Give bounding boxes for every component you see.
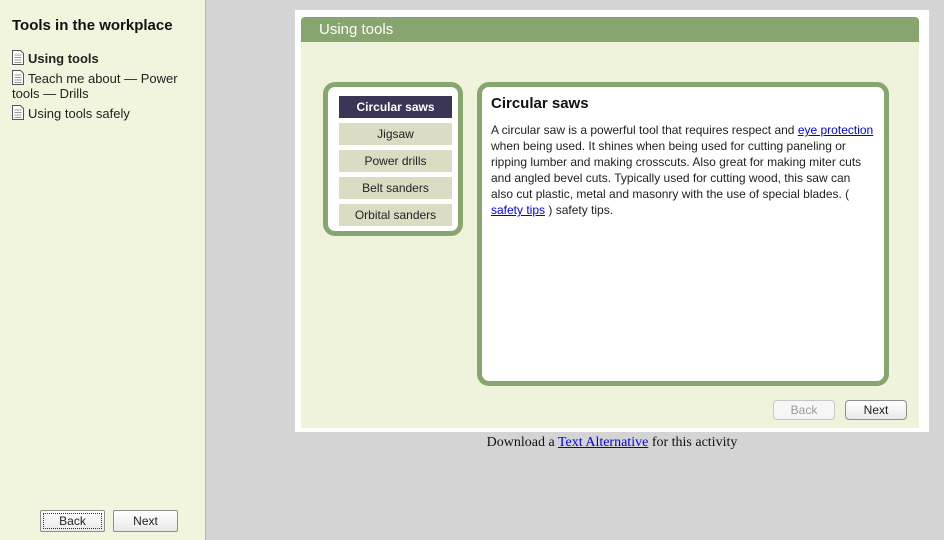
table-of-contents: Using tools Teach me about — Power tools…: [12, 50, 202, 125]
toc-item-using-tools-safely[interactable]: Using tools safely: [12, 105, 202, 121]
sidebar-navigation: Back Next: [40, 510, 186, 532]
toc-item-label: Teach me about — Power tools — Drills: [12, 71, 178, 101]
content-text: A circular saw is a powerful tool that r…: [491, 122, 875, 218]
toc-item-label: Using tools safely: [28, 106, 130, 121]
document-icon: [12, 70, 24, 85]
document-icon: [12, 105, 24, 120]
content-text-part: when being used. It shines when being us…: [491, 139, 862, 201]
panel-back-button[interactable]: Back: [773, 400, 835, 420]
tab-list: Circular saws Jigsaw Power drills Belt s…: [323, 82, 463, 236]
download-text-alternative: Download a Text Alternative for this act…: [295, 435, 929, 451]
toc-item-label: Using tools: [28, 51, 99, 66]
panel-next-button[interactable]: Next: [845, 400, 907, 420]
content-title: Circular saws: [491, 95, 589, 112]
tab-jigsaw[interactable]: Jigsaw: [339, 123, 452, 145]
document-icon: [12, 50, 24, 65]
content-box: Circular saws A circular saw is a powerf…: [477, 82, 889, 386]
tab-orbital-sanders[interactable]: Orbital sanders: [339, 204, 452, 226]
panel-title: Using tools: [301, 17, 919, 42]
sidebar-next-button[interactable]: Next: [113, 510, 178, 532]
content-text-part: ) safety tips.: [545, 203, 614, 217]
toc-item-using-tools[interactable]: Using tools: [12, 50, 202, 66]
tab-circular-saws[interactable]: Circular saws: [339, 96, 452, 118]
tab-belt-sanders[interactable]: Belt sanders: [339, 177, 452, 199]
activity-panel: Using tools Circular saws Jigsaw Power d…: [295, 10, 929, 432]
toc-item-power-tools-drills[interactable]: Teach me about — Power tools — Drills: [12, 70, 202, 101]
panel-navigation: Back Next: [763, 400, 907, 420]
download-prefix: Download a: [486, 435, 558, 450]
safety-tips-link[interactable]: safety tips: [491, 203, 545, 217]
eye-protection-link[interactable]: eye protection: [798, 123, 873, 137]
content-text-part: A circular saw is a powerful tool that r…: [491, 123, 798, 137]
sidebar-back-button[interactable]: Back: [40, 510, 105, 532]
sidebar: Tools in the workplace Using tools Teach…: [0, 0, 206, 540]
panel-body: Circular saws Jigsaw Power drills Belt s…: [301, 42, 919, 428]
text-alternative-link[interactable]: Text Alternative: [558, 435, 648, 450]
download-suffix: for this activity: [648, 435, 738, 450]
tab-power-drills[interactable]: Power drills: [339, 150, 452, 172]
sidebar-title: Tools in the workplace: [12, 17, 173, 34]
